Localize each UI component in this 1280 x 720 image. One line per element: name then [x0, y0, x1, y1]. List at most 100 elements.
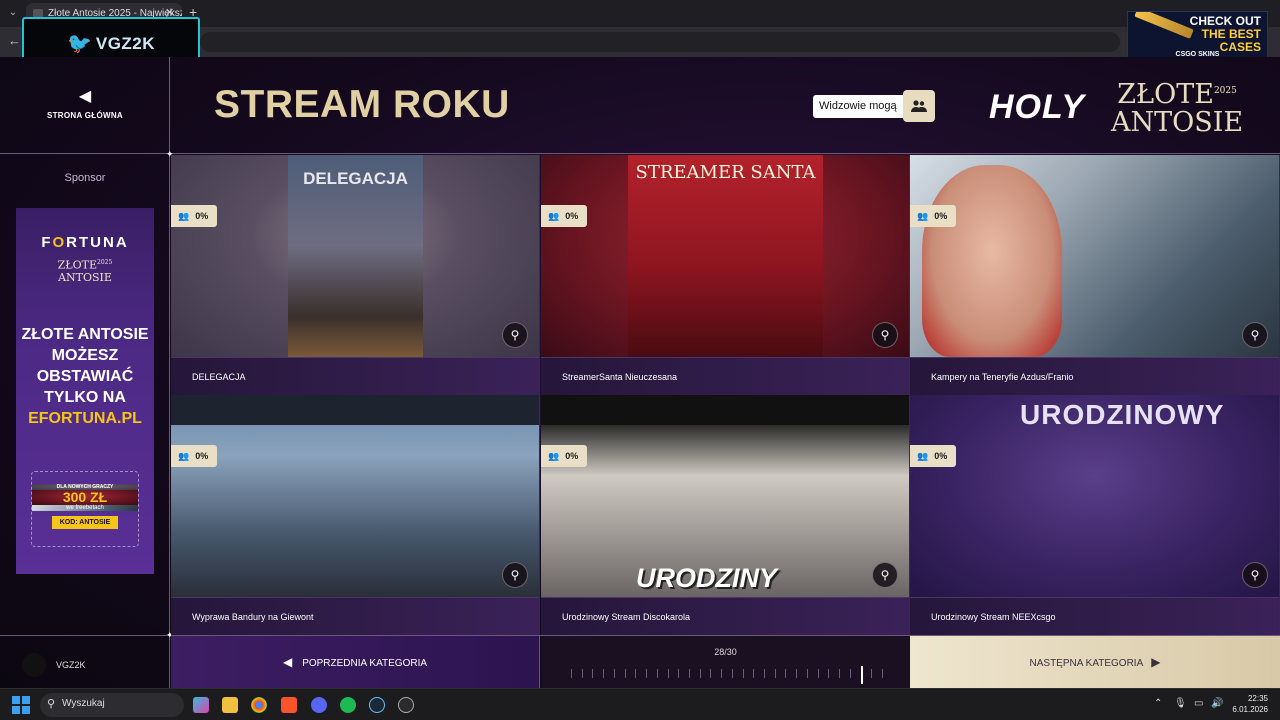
previous-category-button[interactable]: ◀ POPRZEDNIA KATEGORIA: [171, 636, 540, 689]
progress-tick: [807, 669, 808, 678]
ad-line1: CHECK OUT: [1189, 14, 1261, 28]
progress-tick: [871, 669, 872, 678]
windows-taskbar: ⚲ Wyszukaj ⌃ 🎙 ▭ 🔊 22:35 6.01.2026: [0, 688, 1280, 720]
banner-event-line1: ZŁOTE2025: [57, 258, 113, 272]
zoom-icon[interactable]: ⚲: [502, 322, 528, 348]
vote-percent-badge: 👥 0%: [541, 205, 588, 227]
category-progress: 28/30: [541, 636, 910, 689]
nominee-card[interactable]: 👥 0% ⚲ Wyprawa Bandury na Giewont: [171, 395, 540, 635]
home-link[interactable]: ◀ STRONA GŁÓWNA: [0, 57, 170, 154]
visibility-toggle[interactable]: Widzowie mogą: [813, 90, 935, 122]
nominee-title: Wyprawa Bandury na Giewont: [192, 612, 314, 622]
left-sidebar: ◀ STRONA GŁÓWNA Sponsor FORTUNA ZŁOTE202…: [0, 57, 170, 688]
url-field[interactable]: [200, 32, 1120, 52]
progress-tick: [689, 669, 690, 678]
progress-tick: [850, 669, 851, 678]
microphone-icon[interactable]: 🎙: [1174, 698, 1187, 709]
people-icon: 👥: [548, 451, 560, 461]
zoom-icon[interactable]: ⚲: [872, 322, 898, 348]
nominee-thumbnail: URODZINOWY: [910, 395, 1279, 597]
poster-text: STREAMER SANTA: [635, 162, 816, 183]
holy-logo: HOLY: [989, 88, 1085, 126]
progress-tick: [571, 669, 572, 678]
arrow-left-icon: ◀: [282, 655, 293, 669]
arrow-left-icon: ◀: [78, 88, 92, 105]
sponsor-label: Sponsor: [64, 172, 106, 184]
volume-icon[interactable]: 🔊: [1211, 698, 1223, 709]
visibility-label: Widzowie mogą: [813, 94, 903, 118]
progress-current-marker: [861, 666, 863, 684]
nominee-card[interactable]: URODZINOWY 👥 0% ⚲ Urodzinowy Stream NEEXc…: [910, 395, 1280, 635]
people-icon: 👥: [178, 211, 190, 221]
back-icon[interactable]: ←: [8, 33, 21, 48]
taskbar-search[interactable]: ⚲ Wyszukaj: [40, 693, 184, 717]
progress-tick: [635, 669, 636, 678]
poster-text: URODZINY: [636, 563, 777, 593]
page-title: STREAM ROKU: [214, 83, 510, 126]
nominee-thumbnail: URODZINY: [541, 395, 909, 597]
file-explorer-icon[interactable]: [222, 697, 238, 713]
progress-tick: [818, 669, 819, 678]
banner-bonus-code: KOD: ANTOSIE: [52, 515, 118, 529]
nominee-grid: DELEGACJA 👥 0% ⚲ DELEGACJA STREAMER SANTA…: [171, 155, 1280, 635]
ad-line2: THE BEST: [1201, 27, 1261, 41]
arrow-right-icon: ▶: [1151, 655, 1161, 669]
vote-percent-badge: 👥 0%: [910, 445, 957, 467]
voting-page: ◀ STRONA GŁÓWNA Sponsor FORTUNA ZŁOTE202…: [0, 57, 1280, 689]
discord-icon[interactable]: [311, 697, 327, 713]
nominee-card[interactable]: DELEGACJA 👥 0% ⚲ DELEGACJA: [171, 155, 540, 395]
next-category-button[interactable]: NASTĘPNA KATEGORIA ▶: [910, 636, 1280, 689]
zoom-icon[interactable]: ⚲: [872, 562, 898, 588]
windows-start-icon[interactable]: [12, 696, 30, 714]
progress-tick: [732, 669, 733, 678]
progress-tick: [785, 669, 786, 678]
nominee-thumbnail: [910, 155, 1279, 357]
tab-search-icon[interactable]: ⌄: [4, 4, 22, 22]
progress-ticks: [571, 666, 883, 684]
network-icon[interactable]: ▭: [1194, 698, 1203, 709]
nominee-card[interactable]: URODZINY 👥 0% ⚲ Urodzinowy Stream Discoka…: [541, 395, 910, 635]
copilot-icon[interactable]: [193, 697, 209, 713]
banner-bonus-box: DLA NOWYCH GRACZY 300 ZŁ we freebetach K…: [31, 470, 139, 547]
nominee-thumbnail: DELEGACJA: [171, 155, 539, 357]
progress-tick: [657, 669, 658, 678]
progress-tick: [839, 669, 840, 678]
zoom-icon[interactable]: ⚲: [1242, 562, 1268, 588]
chevron-up-icon[interactable]: ⌃: [1154, 698, 1162, 709]
nominee-title: DELEGACJA: [192, 372, 246, 382]
progress-tick: [603, 669, 604, 678]
people-icon: 👥: [917, 211, 929, 221]
zlote-antosie-logo: ZŁOTE2025 ANTOSIE: [1111, 79, 1244, 138]
category-navigation: ◀ POPRZEDNIA KATEGORIA 28/30 NASTĘPNA KAT…: [171, 635, 1280, 689]
username: VGZ2K: [56, 660, 86, 670]
home-label: STRONA GŁÓWNA: [46, 111, 124, 120]
taskbar-clock[interactable]: 22:35 6.01.2026: [1228, 693, 1268, 715]
vote-percent-badge: 👥 0%: [171, 205, 218, 227]
chrome-icon[interactable]: [251, 697, 267, 713]
progress-tick: [764, 669, 765, 678]
progress-tick: [668, 669, 669, 678]
brave-icon[interactable]: [281, 697, 297, 713]
progress-tick: [614, 669, 615, 678]
nominee-card[interactable]: 👥 0% ⚲ Kampery na Teneryfie Azdus/Franio: [910, 155, 1280, 395]
progress-tick: [592, 669, 593, 678]
progress-tick: [721, 669, 722, 678]
spotify-icon[interactable]: [340, 697, 356, 713]
progress-tick: [710, 669, 711, 678]
banner-event-line2: ANTOSIE: [58, 270, 112, 284]
progress-tick: [882, 669, 883, 678]
poster-text: DELEGACJA: [303, 169, 408, 188]
people-icon[interactable]: [902, 90, 935, 122]
nominee-card[interactable]: STREAMER SANTA 👥 0% ⚲ StreamerSanta Nieuc…: [541, 155, 910, 395]
user-profile[interactable]: VGZ2K: [0, 635, 170, 688]
people-icon: 👥: [178, 451, 190, 461]
fortuna-banner[interactable]: FORTUNA ZŁOTE2025 ANTOSIE ZŁOTE ANTOSIE …: [16, 208, 154, 574]
zoom-icon[interactable]: ⚲: [502, 562, 528, 588]
steam-icon[interactable]: [369, 697, 385, 713]
obs-icon[interactable]: [398, 697, 414, 713]
csgo-skins-ad: CHECK OUT THE BEST CASES CSGO SKINS: [1127, 11, 1268, 63]
vote-percent-badge: 👥 0%: [171, 445, 218, 467]
progress-tick: [828, 669, 829, 678]
progress-tick: [582, 669, 583, 678]
zoom-icon[interactable]: ⚲: [1242, 322, 1268, 348]
